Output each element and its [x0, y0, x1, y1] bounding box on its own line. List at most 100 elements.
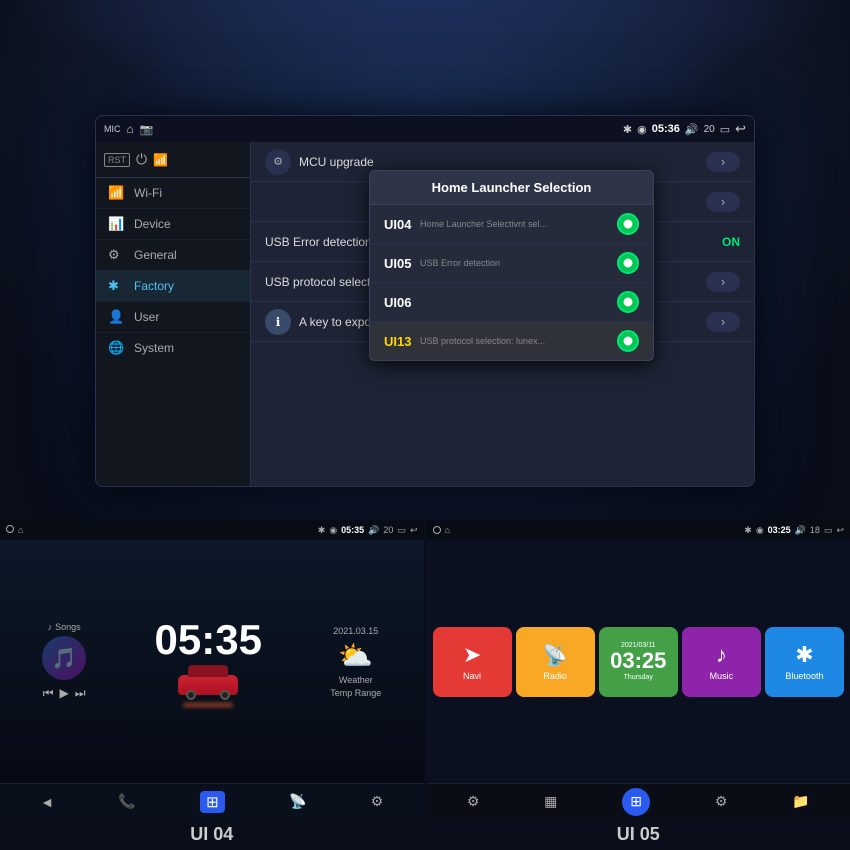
radio-label: Radio: [543, 671, 567, 681]
clock-day-label: Thursday: [624, 674, 653, 681]
clock-app-tile[interactable]: 2021/03/11 03:25 Thursday: [599, 627, 678, 697]
wifi-label: Wi-Fi: [134, 186, 162, 200]
sidebar-item-wifi[interactable]: 📶 Wi-Fi: [96, 178, 250, 209]
ui05-nav-gear[interactable]: ⚙: [715, 793, 728, 810]
device-label: Device: [134, 217, 171, 231]
prev-icon[interactable]: ⏮: [43, 686, 54, 701]
power-icon[interactable]: ⏻: [136, 151, 147, 168]
dialog-option-ui04[interactable]: UI04 Home Launcher Selectivnt sel...: [370, 205, 653, 244]
dialog-option-ui13[interactable]: UI13 USB protocol selection: lunex...: [370, 322, 653, 360]
sidebar-item-general[interactable]: ⚙ General: [96, 240, 250, 271]
dialog-option-ui05[interactable]: UI05 USB Error detection: [370, 244, 653, 283]
ui04-bt-icon: ✱: [318, 525, 326, 536]
mcu-label: MCU upgrade: [299, 155, 706, 169]
nav-map-icon[interactable]: ◄: [40, 794, 54, 810]
nav-radio-icon[interactable]: 📡: [289, 793, 306, 810]
nav-home-icon[interactable]: ⊞: [200, 791, 225, 813]
factory-label: Factory: [134, 279, 174, 293]
play-icon[interactable]: ▶: [60, 686, 69, 701]
general-icon: ⚙: [108, 247, 126, 263]
car-visual: [168, 665, 248, 705]
factory-icon: ✱: [108, 278, 126, 294]
device-icon: 📊: [108, 216, 126, 232]
user-label: User: [134, 310, 159, 324]
sidebar-item-user[interactable]: 👤 User: [96, 302, 250, 333]
ui05-nav-folder[interactable]: 📁: [792, 793, 809, 810]
ui05-status-bar: ⌂ ✱ ◉ 03:25 🔊 18 ▭ ↩: [427, 520, 850, 540]
ui04-toggle[interactable]: [617, 213, 639, 235]
nav-settings-icon[interactable]: ⚙: [371, 793, 384, 810]
navi-icon: ➤: [463, 642, 481, 668]
ui05-panel-label: UI 05: [427, 819, 850, 850]
navi-label: Navi: [463, 671, 481, 681]
ui05-vol-val: 18: [810, 525, 820, 535]
ui05-batt-icon: ▭: [824, 525, 833, 536]
ui06-toggle[interactable]: [617, 291, 639, 313]
ui04-panel-label: UI 04: [0, 819, 424, 850]
ui05-sb-dot: [433, 526, 441, 534]
dialog-title: Home Launcher Selection: [370, 171, 653, 205]
ui05-home-nav-icon: ⊞: [630, 793, 642, 810]
ui04-time: 05:35: [341, 525, 364, 535]
ui13-toggle[interactable]: [617, 330, 639, 352]
row2-chevron[interactable]: ›: [706, 192, 740, 212]
next-icon[interactable]: ⏭: [75, 686, 86, 701]
signal-icon: 📶: [153, 153, 168, 167]
ui05-nav-chart[interactable]: ▦: [544, 793, 557, 810]
volume-value: 20: [704, 124, 715, 135]
mcu-icon: ⚙: [265, 149, 291, 175]
radio-app-tile[interactable]: 📡 Radio: [516, 627, 595, 697]
ui05-panel: ⌂ ✱ ◉ 03:25 🔊 18 ▭ ↩: [427, 520, 850, 850]
ui05-bt-icon: ✱: [744, 525, 752, 536]
weather-label: Weather: [339, 675, 373, 685]
ui05-toggle[interactable]: [617, 252, 639, 274]
ui04-panel: ⌂ ✱ ◉ 05:35 🔊 20 ▭ ↩ ♪: [0, 520, 427, 850]
usb-protocol-chevron[interactable]: ›: [706, 272, 740, 292]
sidebar: RST ⏻ 📶 📶 Wi-Fi 📊 Device ⚙: [96, 142, 251, 486]
on-badge: ON: [722, 235, 740, 249]
ui05-vol-icon: 🔊: [795, 525, 806, 536]
mcu-chevron[interactable]: ›: [706, 152, 740, 172]
sidebar-item-system[interactable]: 🌐 System: [96, 333, 250, 363]
sidebar-item-factory[interactable]: ✱ Factory: [96, 271, 250, 302]
sidebar-item-device[interactable]: 📊 Device: [96, 209, 250, 240]
radio-icon: 📡: [543, 643, 568, 668]
ui04-home-icon: ⌂: [18, 525, 23, 535]
ui05-nav-bar: ⚙ ▦ ⊞ ⚙ 📁: [427, 783, 850, 819]
bluetooth-label: Bluetooth: [785, 671, 823, 681]
sidebar-top-bar: RST ⏻ 📶: [96, 142, 250, 178]
navi-app-tile[interactable]: ➤ Navi: [433, 627, 512, 697]
status-time: 05:36: [652, 123, 680, 135]
music-label: Music: [710, 671, 734, 681]
ui06-option-label: UI06: [384, 295, 420, 310]
album-art: 🎵: [42, 636, 86, 680]
back-icon[interactable]: ↩: [735, 121, 746, 137]
clock-time-display: 03:25: [610, 649, 666, 673]
ui04-sublabel: Home Launcher Selectivnt sel...: [420, 219, 617, 229]
music-note-icon: ♪: [48, 622, 53, 632]
launcher-selection-dialog: Home Launcher Selection UI04 Home Launch…: [369, 170, 654, 361]
ui04-nav-bar: ◄ 📞 ⊞ 📡 ⚙: [0, 783, 424, 819]
status-bar: MIC ⌂ 📷 ✱ ◉ 05:36 🔊 20 ▭ ↩: [96, 116, 754, 142]
bluetooth-app-tile[interactable]: ✱ Bluetooth: [765, 627, 844, 697]
ui04-status-bar: ⌂ ✱ ◉ 05:35 🔊 20 ▭ ↩: [0, 520, 424, 540]
songs-label: Songs: [55, 622, 81, 632]
bluetooth-icon: ✱: [795, 642, 813, 668]
ui04-option-label: UI04: [384, 217, 420, 232]
music-app-tile[interactable]: ♪ Music: [682, 627, 761, 697]
ui04-vol-icon: 🔊: [368, 525, 379, 536]
nav-phone-icon[interactable]: 📞: [118, 793, 135, 810]
ui05-back-icon[interactable]: ↩: [836, 525, 844, 536]
rst-label: RST: [104, 153, 130, 167]
ui04-clock-display: 05:35: [155, 619, 262, 661]
ui05-nav-settings[interactable]: ⚙: [467, 793, 480, 810]
bluetooth-status-icon: ✱: [623, 123, 632, 136]
export-chevron[interactable]: ›: [706, 312, 740, 332]
general-label: General: [134, 248, 177, 262]
ui04-back-icon[interactable]: ↩: [410, 525, 418, 536]
battery-icon: ▭: [720, 123, 730, 136]
camera-icon: 📷: [140, 123, 154, 136]
temp-range-label: Temp Range: [330, 688, 381, 698]
dialog-option-ui06[interactable]: UI06: [370, 283, 653, 322]
ui05-nav-home[interactable]: ⊞: [622, 788, 650, 816]
